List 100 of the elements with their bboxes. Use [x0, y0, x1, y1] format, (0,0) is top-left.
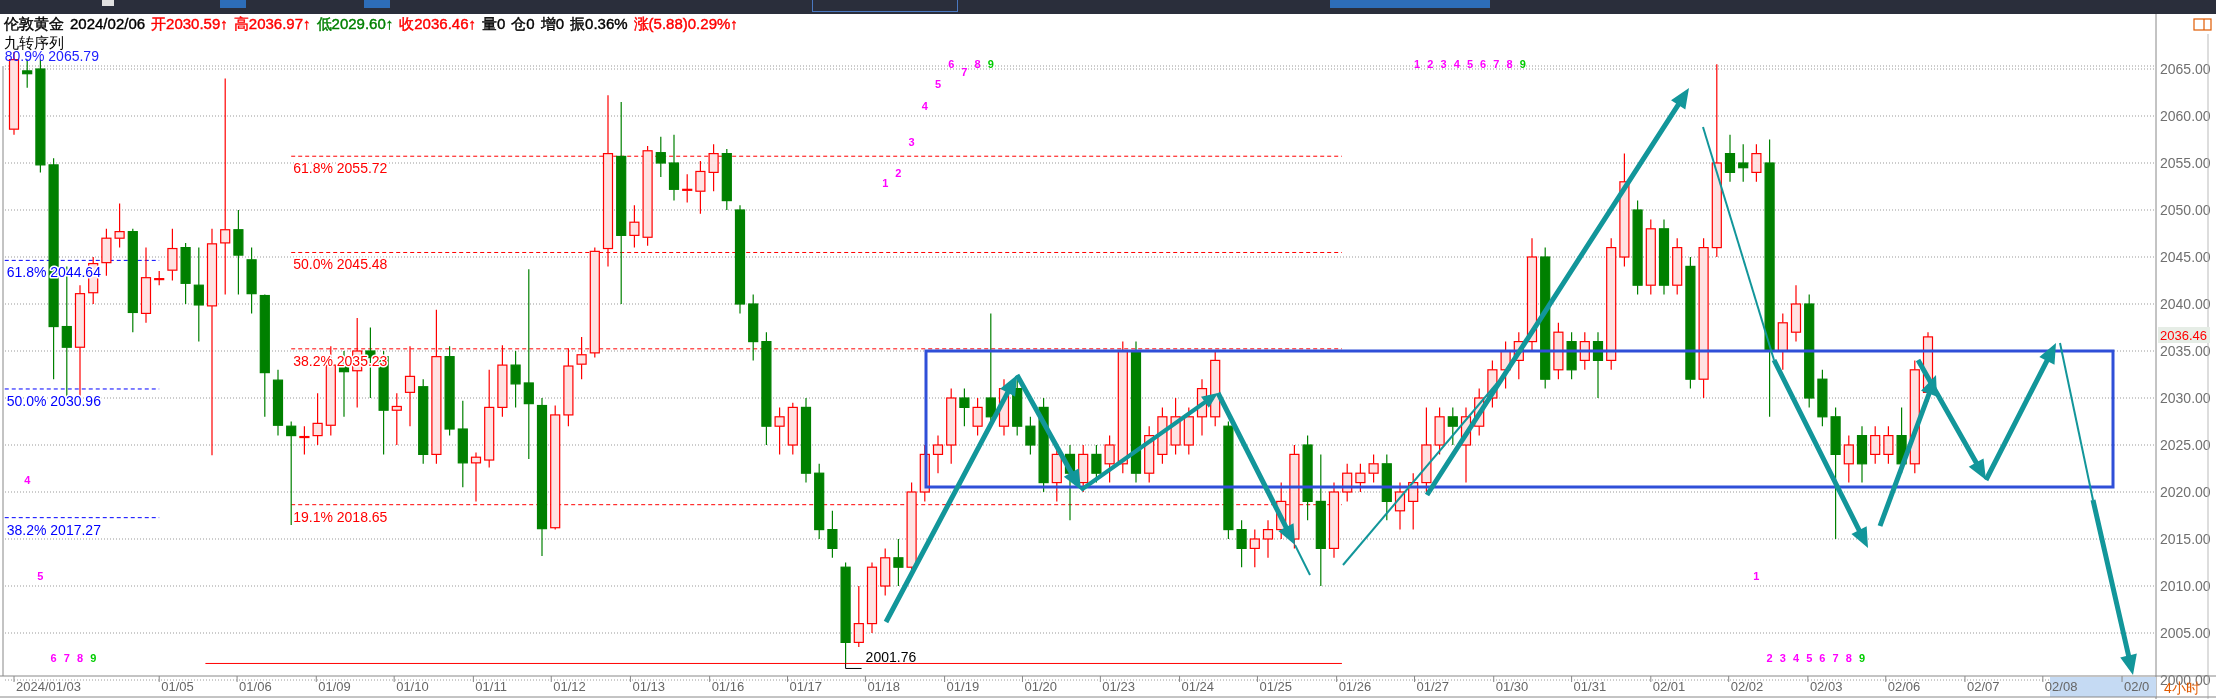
quote-field: 振0.36%: [570, 14, 628, 33]
quote-field: 高2036.97↑: [233, 14, 311, 33]
candlestick: [1738, 143, 1749, 183]
low-price-label: 2001.76: [865, 649, 917, 666]
candlestick: [695, 160, 706, 215]
candlestick: [22, 59, 33, 89]
candlestick: [1012, 378, 1023, 437]
candlestick: [1170, 397, 1181, 455]
candlestick: [1434, 406, 1445, 455]
sequence-number: 2: [1427, 58, 1434, 71]
date-axis-label: 01/09: [318, 679, 351, 694]
candlestick: [246, 247, 257, 314]
candlestick: [1751, 143, 1762, 183]
sequence-number: 4: [24, 473, 31, 486]
date-axis-label: 01/24: [1181, 679, 1215, 694]
candlestick: [1870, 425, 1881, 465]
date-axis-label: 01/10: [396, 679, 429, 694]
sequence-number: 6: [1480, 58, 1487, 71]
date-axis-label: 01/06: [239, 679, 272, 694]
candlestick: [959, 388, 970, 427]
candlestick: [167, 228, 178, 282]
toolbar-button[interactable]: [364, 0, 390, 8]
sequence-number: 5: [1466, 58, 1473, 71]
candlestick: [576, 336, 587, 380]
price-axis-label: 2010.00: [2160, 578, 2211, 594]
candlestick: [682, 173, 693, 204]
candlestick: [1249, 529, 1260, 568]
toolbar-tab[interactable]: [812, 0, 958, 12]
date-axis-label: 01/30: [1495, 679, 1529, 694]
sequence-number: 1: [1414, 58, 1421, 71]
fib-level-label: 19.1% 2018.65: [293, 508, 388, 525]
candlestick: [972, 397, 983, 437]
candlestick: [1856, 425, 1868, 484]
sequence-number: 2: [1766, 652, 1773, 665]
sequence-number: 7: [961, 65, 968, 78]
price-axis-label: 2045.00: [2160, 249, 2211, 265]
date-axis-label: 2024/01/03: [16, 679, 82, 694]
quote-field: 开2030.59↑: [151, 14, 228, 33]
candlestick: [1817, 369, 1828, 427]
candlestick: [774, 406, 785, 455]
price-axis-label: 2005.00: [2160, 625, 2211, 641]
sequence-number: 2: [895, 167, 902, 180]
panel-toggle-icon[interactable]: [2193, 18, 2212, 31]
candlestick: [880, 547, 891, 596]
date-axis-label: 01/27: [1416, 679, 1450, 694]
candlestick: [748, 294, 759, 361]
date-axis-label: 01/26: [1338, 679, 1372, 694]
price-axis-label: 2040.00: [2160, 296, 2211, 312]
candlestick: [721, 148, 732, 211]
date-axis-label: 01/18: [867, 679, 900, 694]
date-axis-label: 01/17: [789, 679, 823, 694]
quote-field: 涨(5.88)0.29%↑: [633, 14, 738, 33]
sequence-number: 3: [1779, 652, 1786, 665]
sequence-number: 5: [1806, 652, 1813, 665]
sequence-number: 8: [1845, 652, 1852, 665]
candlestick: [1579, 331, 1590, 371]
candlestick: [391, 392, 402, 446]
candlestick: [655, 136, 666, 178]
candlestick: [1883, 425, 1894, 465]
price-axis-label: 2025.00: [2160, 437, 2211, 453]
candlestick: [510, 350, 521, 408]
toolbar-button[interactable]: [102, 0, 114, 6]
candlestick: [101, 228, 112, 277]
date-axis-label: 01/12: [553, 679, 586, 694]
candlestick: [1236, 519, 1247, 568]
date-axis-label: 02/03: [1809, 679, 1843, 694]
candlestick: [1091, 444, 1102, 484]
date-axis-label: 02/02: [1730, 679, 1764, 694]
toolbar-button[interactable]: [220, 0, 246, 8]
sequence-number: 1: [1753, 569, 1760, 582]
candlestick: [853, 585, 864, 648]
sequence-number: 8: [974, 58, 981, 71]
candlestick: [893, 538, 904, 587]
candlestick: [1843, 435, 1854, 484]
leader-line: [845, 662, 863, 669]
candlestick: [1408, 472, 1419, 531]
quote-field: 增0: [540, 14, 565, 33]
price-axis-label: 2060.00: [2160, 108, 2211, 124]
sequence-number: 6: [50, 652, 57, 665]
sequence-number: 8: [1506, 58, 1513, 71]
candlestick: [919, 444, 930, 502]
price-axis-label: 2030.00: [2160, 390, 2211, 406]
candlestick: [180, 242, 191, 305]
sequence-number: 6: [948, 58, 955, 71]
candlestick: [1394, 482, 1406, 531]
candlestick: [1183, 406, 1194, 455]
sequence-number: 6: [1819, 652, 1826, 665]
date-axis-label: 02/01: [1652, 679, 1686, 694]
date-axis-label: 01/25: [1259, 679, 1292, 694]
candlestick: [312, 392, 323, 446]
candlestick: [1262, 519, 1274, 559]
sequence-number: 9: [1519, 58, 1526, 71]
candlestick: [1592, 331, 1604, 399]
fib-level-label: 50.0% 2030.96: [6, 393, 101, 409]
date-axis-label: 02/06: [1887, 679, 1921, 694]
date-axis-label: 01/19: [946, 679, 980, 694]
price-axis-label: 2065.00: [2160, 61, 2211, 77]
sequence-number: 3: [908, 136, 915, 149]
sequence-number: 5: [37, 569, 44, 582]
quote-field: 仓0: [511, 14, 535, 33]
